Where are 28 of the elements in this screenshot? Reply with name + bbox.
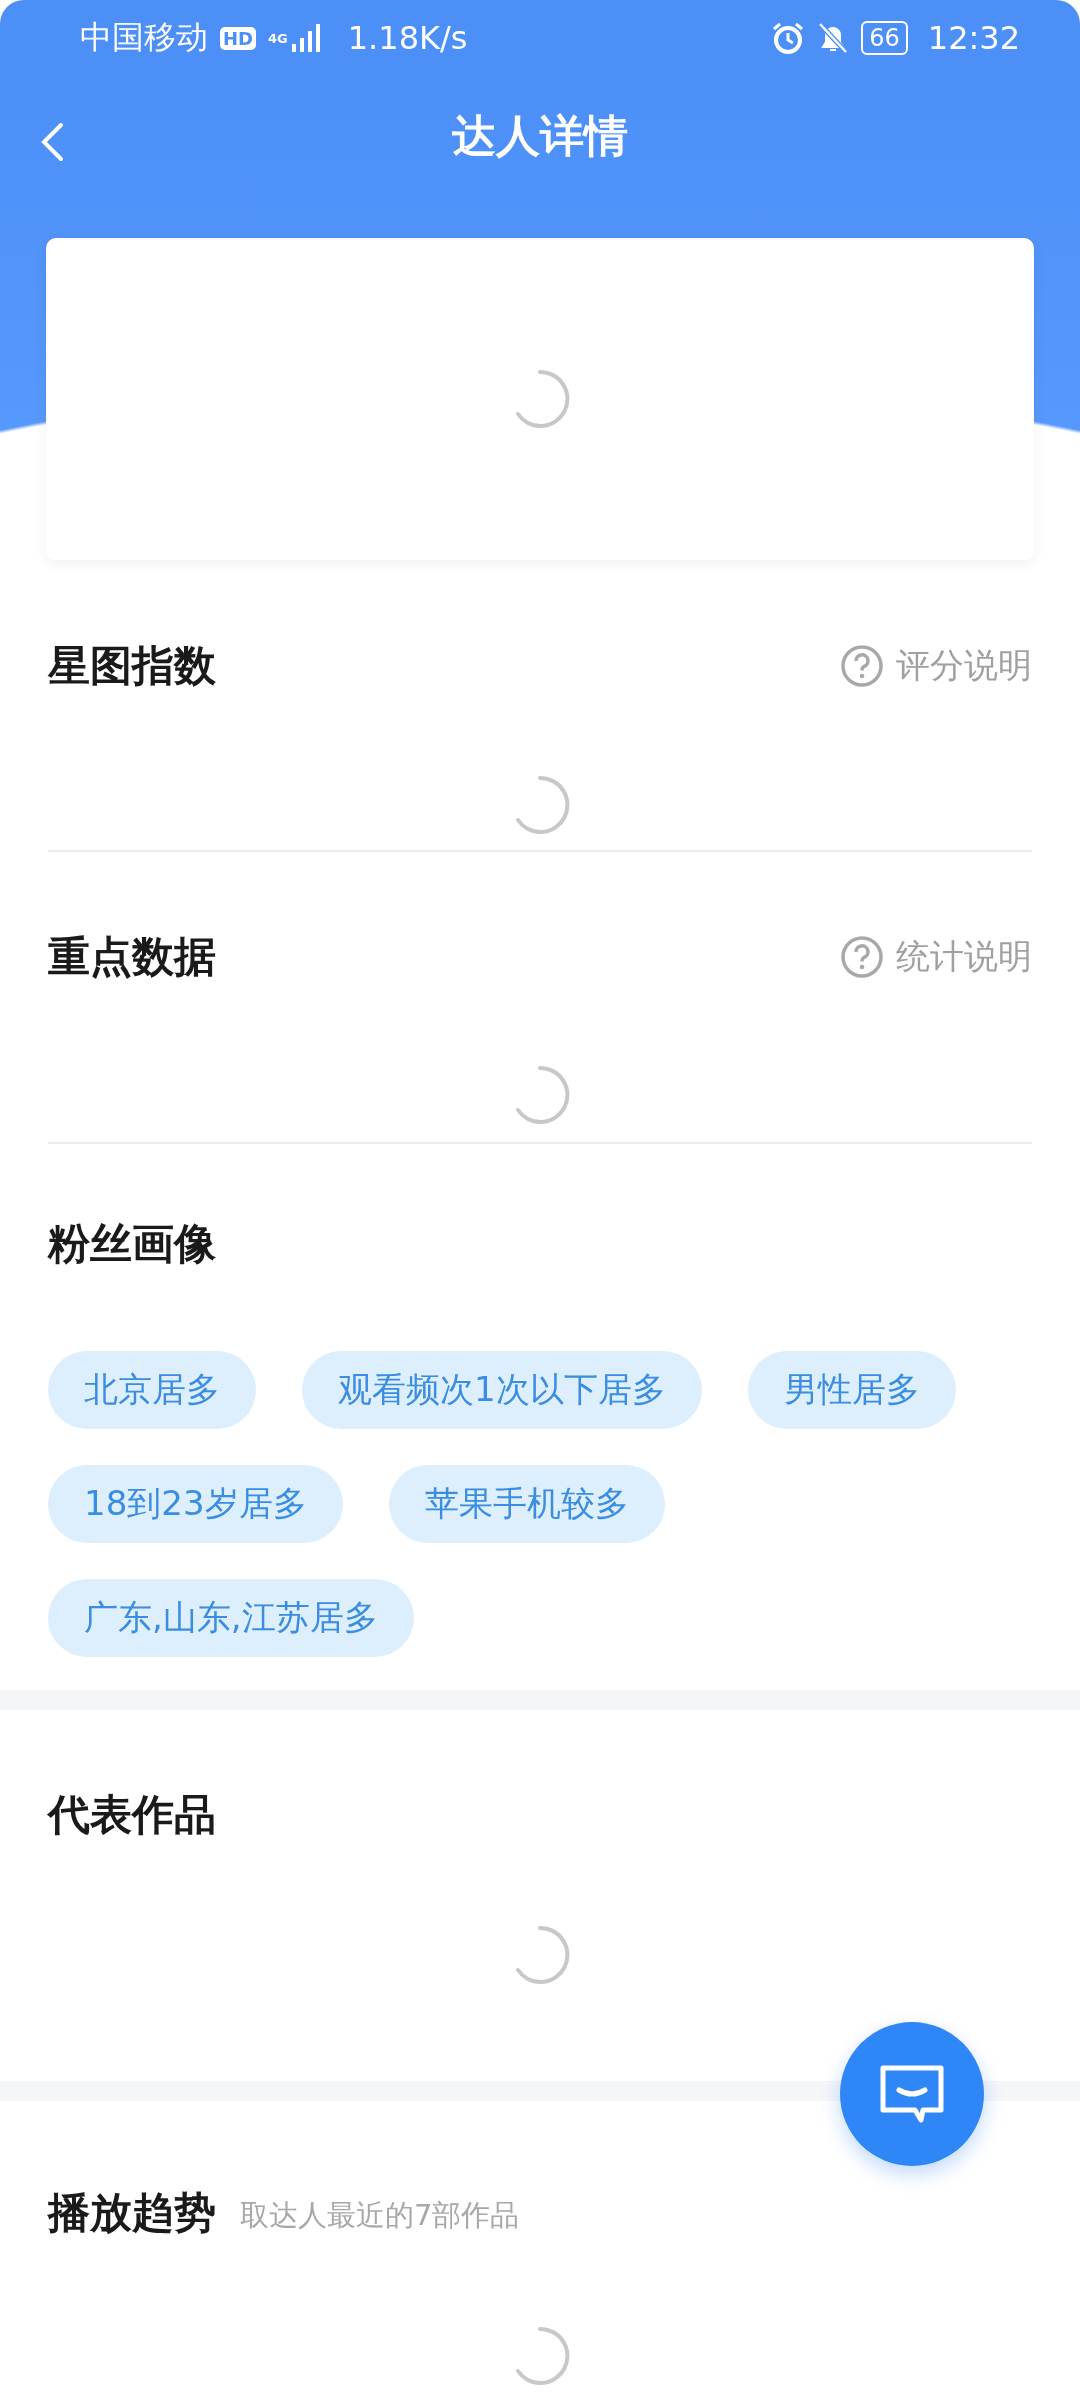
signal-icon <box>291 24 322 52</box>
help-icon <box>840 935 884 979</box>
fan-tag: 广东,山东,江苏居多 <box>48 1579 414 1657</box>
section-title: 代表作品 <box>48 1789 216 1841</box>
muted-bell-icon <box>817 21 850 55</box>
alarm-icon <box>771 21 806 55</box>
help-icon <box>840 644 884 688</box>
hd-badge: HD <box>220 26 256 50</box>
fan-tag: 苹果手机较多 <box>388 1465 665 1543</box>
network-type: 4G <box>268 31 288 45</box>
fan-tag: 18到23岁居多 <box>48 1465 343 1543</box>
section-title: 星图指数 <box>48 640 216 692</box>
fan-tag: 男性居多 <box>747 1351 956 1429</box>
carrier-name: 中国移动 <box>80 17 208 58</box>
clock-time: 12:32 <box>927 19 1020 57</box>
section-title: 重点数据 <box>48 931 216 983</box>
fan-tag: 观看频次1次以下居多 <box>302 1351 702 1429</box>
section-title: 播放趋势 <box>48 2187 216 2239</box>
back-icon <box>40 122 64 162</box>
battery-level: 66 <box>861 21 908 55</box>
help-link[interactable]: 统计说明 <box>840 934 1032 980</box>
fan-tag: 北京居多 <box>48 1351 256 1429</box>
page-title: 达人详情 <box>452 108 628 163</box>
help-link[interactable]: 评分说明 <box>840 643 1032 689</box>
section-title: 粉丝画像 <box>48 1218 216 1270</box>
section-subtitle: 取达人最近的7部作品 <box>240 2197 520 2234</box>
chat-button[interactable] <box>840 2022 984 2166</box>
network-speed: 1.18K/s <box>347 19 468 57</box>
